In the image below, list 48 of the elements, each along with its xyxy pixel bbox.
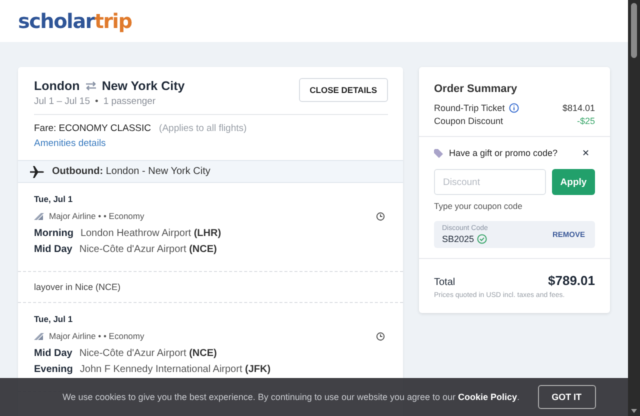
route-origin: London: [34, 79, 80, 93]
swap-icon: [84, 81, 97, 91]
trip-dates: Jul 1 – Jul 15: [34, 96, 90, 107]
summary-label: Coupon Discount: [434, 116, 504, 126]
stop-time: Mid Day: [34, 348, 72, 359]
outbound-route: Outbound: London - New York City: [52, 166, 210, 177]
amenities-link[interactable]: Amenities details: [34, 138, 388, 149]
coupon-hint: Type your coupon code: [434, 201, 524, 211]
summary-label: Round-Trip Ticket: [434, 103, 505, 113]
stop-time: Morning: [34, 228, 74, 239]
clock-icon: [376, 212, 385, 220]
airline-logo-icon: [34, 332, 44, 340]
fare-note: (Applies to all flights): [159, 123, 247, 134]
summary-value: -$25: [576, 116, 595, 126]
stop-time: Mid Day: [34, 244, 72, 255]
discount-code: SB2025: [442, 234, 474, 244]
airline-logo-icon: [34, 212, 44, 220]
scrollbar[interactable]: [628, 0, 640, 416]
stop-airport: London Heathrow Airport (LHR): [80, 228, 222, 239]
route-destination: New York City: [102, 79, 185, 93]
stop-airport: John F Kennedy International Airport (JFK): [80, 364, 271, 375]
tag-icon: [434, 148, 444, 158]
logo[interactable]: scholartrip: [18, 9, 132, 33]
fare-class: Fare: ECONOMY CLASSIC: [34, 123, 152, 134]
airline-info: Major Airline • • Economy: [49, 211, 144, 221]
summary-value: $814.01: [562, 103, 595, 113]
separator-dot: •: [94, 96, 98, 107]
airplane-icon: [30, 166, 44, 178]
total-price: $789.01: [548, 273, 595, 288]
info-icon[interactable]: [508, 103, 519, 113]
promo-title: Have a gift or promo code?: [449, 148, 558, 158]
flight-date: Tue, Jul 1: [34, 314, 74, 324]
airline-info: Major Airline • • Economy: [49, 331, 144, 341]
total-label: Total: [434, 277, 456, 288]
stop-time: Evening: [34, 364, 73, 375]
check-circle-icon: [477, 234, 488, 244]
got-it-button[interactable]: GOT IT: [538, 385, 596, 409]
passenger-count: 1 passenger: [103, 96, 156, 107]
clock-icon: [376, 332, 385, 340]
close-details-button[interactable]: CLOSE DETAILS: [298, 78, 388, 102]
stop-airport: Nice-Côte d'Azur Airport (NCE): [79, 348, 217, 359]
cookie-message: We use cookies to give you the best experience. By continuing to use our website you agree to our Cookie Policy.: [62, 392, 520, 402]
order-summary-title: Order Summary: [434, 83, 518, 95]
stop-airport: Nice-Côte d'Azur Airport (NCE): [79, 244, 217, 255]
flight-date: Tue, Jul 1: [34, 194, 74, 204]
layover-info: layover in Nice (NCE): [18, 272, 403, 303]
discount-input-field[interactable]: Discount: [434, 169, 546, 195]
close-button[interactable]: ✕: [582, 148, 590, 158]
